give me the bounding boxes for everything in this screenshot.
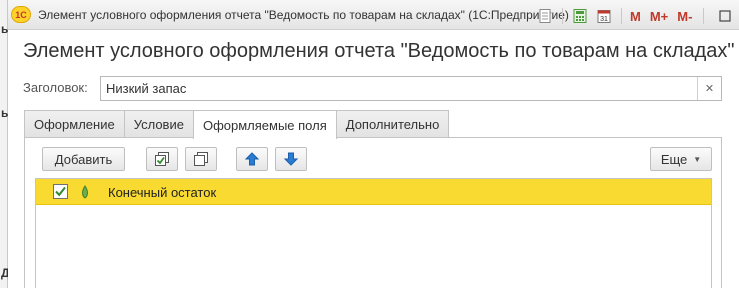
move-up-icon[interactable]: [236, 147, 268, 171]
fields-list: Конечный остаток: [35, 178, 712, 288]
more-button[interactable]: Еще ▼: [650, 147, 712, 171]
dialog-window: 1С Элемент условного оформления отчета "…: [8, 0, 739, 288]
title-bar[interactable]: 1С Элемент условного оформления отчета "…: [8, 0, 739, 30]
window-title: Элемент условного оформления отчета "Вед…: [38, 8, 569, 22]
chevron-down-icon: ▼: [693, 154, 702, 164]
app-logo-icon[interactable]: 1С: [11, 6, 31, 23]
header-field: ✕: [100, 76, 722, 101]
add-button[interactable]: Добавить: [42, 147, 125, 171]
list-item[interactable]: Конечный остаток: [36, 179, 711, 205]
header-input[interactable]: [101, 77, 697, 100]
more-button-label: Еще: [660, 151, 688, 167]
tab-panel: Добавить Еще ▼ Конечный остаток: [24, 137, 722, 288]
tab-bar: Оформление Условие Оформляемые поля Допо…: [24, 110, 450, 139]
memory-store-button[interactable]: M: [630, 9, 641, 24]
field-checkbox[interactable]: [53, 184, 68, 199]
tab-formatted-fields[interactable]: Оформляемые поля: [192, 110, 337, 139]
calendar-icon[interactable]: 31: [595, 7, 613, 25]
memory-subtract-button[interactable]: M-: [677, 9, 692, 24]
field-icon: [82, 185, 88, 199]
page-title: Элемент условного оформления отчета "Вед…: [23, 40, 735, 62]
toolbar-separator: [562, 8, 563, 24]
svg-text:31: 31: [600, 16, 608, 23]
tab-appearance[interactable]: Оформление: [24, 110, 125, 138]
calculator-icon[interactable]: [571, 7, 589, 25]
field-label: Конечный остаток: [108, 185, 217, 200]
clear-icon[interactable]: ✕: [697, 77, 721, 100]
toolbar-separator: [621, 8, 622, 24]
print-preview-icon[interactable]: [536, 7, 554, 25]
memory-add-button[interactable]: M+: [650, 9, 668, 24]
tab-additional[interactable]: Дополнительно: [335, 110, 450, 138]
restore-icon[interactable]: [716, 7, 734, 25]
title-bar-toolbar: 31 M M+ M-: [536, 6, 739, 26]
background-window-strip: ь ь Д: [0, 0, 10, 288]
tab-condition[interactable]: Условие: [123, 110, 194, 138]
header-field-label: Заголовок:: [23, 80, 88, 95]
uncheck-all-icon[interactable]: [185, 147, 217, 171]
toolbar-separator: [703, 8, 705, 24]
check-all-icon[interactable]: [146, 147, 178, 171]
move-down-icon[interactable]: [275, 147, 307, 171]
